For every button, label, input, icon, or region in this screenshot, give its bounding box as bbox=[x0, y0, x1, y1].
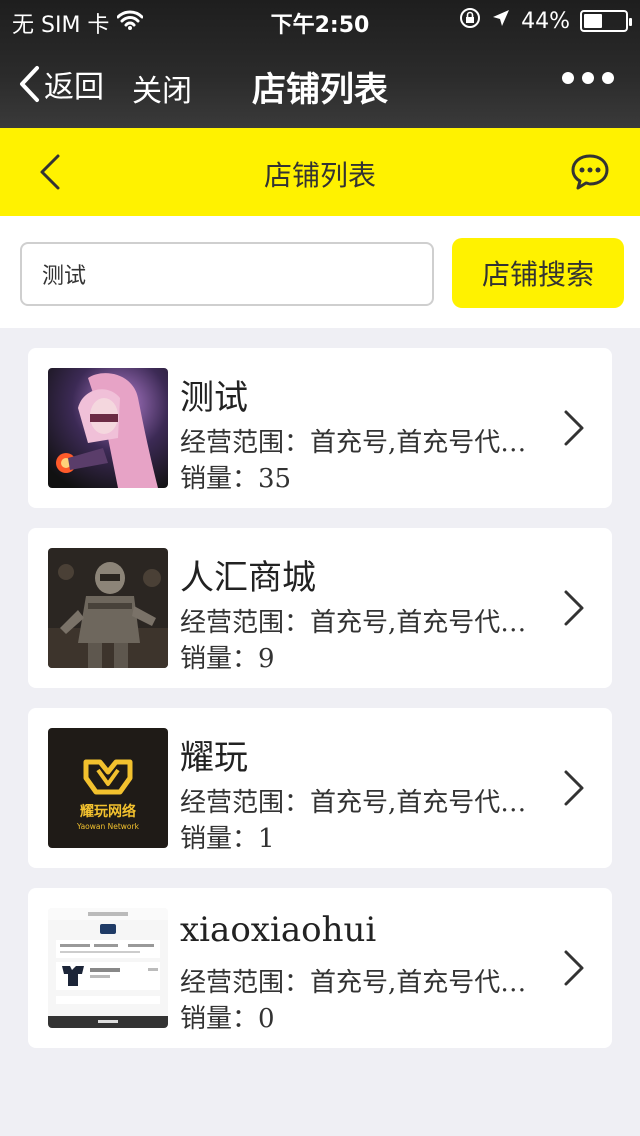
shop-thumbnail bbox=[48, 548, 168, 668]
chat-bubble-icon[interactable] bbox=[570, 152, 610, 192]
shop-thumbnail bbox=[48, 368, 168, 488]
location-arrow-icon bbox=[491, 8, 511, 34]
page-header: 店铺列表 bbox=[0, 128, 640, 216]
shop-item[interactable]: 测试 经营范围：首充号,首充号代充,游戏币 销量：35 bbox=[28, 348, 612, 508]
armored-soldier-avatar-image bbox=[48, 548, 168, 668]
shop-item[interactable]: 耀玩网络 Yaowan Network 耀玩 经营范围：首充号,首充号代充,游戏… bbox=[28, 708, 612, 868]
battery-fill bbox=[584, 14, 602, 28]
shop-scope: 经营范围：首充号,首充号代充,游戏币 bbox=[180, 428, 550, 458]
shop-thumbnail bbox=[48, 908, 168, 1028]
chevron-right-icon bbox=[564, 950, 584, 986]
shop-scope: 经营范围：首充号,首充号代充,游戏币 bbox=[180, 968, 550, 998]
shop-list: 测试 经营范围：首充号,首充号代充,游戏币 销量：35 人汇商城 bbox=[28, 348, 612, 1068]
svg-text:Yaowan Network: Yaowan Network bbox=[76, 822, 140, 831]
shop-sales: 销量：35 bbox=[180, 464, 292, 494]
shop-name: 耀玩 bbox=[180, 738, 248, 778]
page-header-title: 店铺列表 bbox=[263, 159, 376, 192]
shop-scope: 经营范围：首充号,首充号代充,游戏币 bbox=[180, 608, 550, 638]
shop-name: xiaoxiaohui bbox=[180, 910, 377, 950]
search-input[interactable] bbox=[20, 242, 434, 306]
shop-sales: 销量：9 bbox=[180, 644, 275, 674]
battery-icon bbox=[580, 10, 632, 32]
chevron-left-icon bbox=[20, 66, 39, 102]
search-section: 店铺搜索 bbox=[0, 216, 640, 328]
shop-scope: 经营范围：首充号,首充号代充,游戏币 bbox=[180, 788, 550, 818]
wechat-navbar: 返回 关闭 店铺列表 bbox=[0, 40, 640, 128]
svg-text:耀玩网络: 耀玩网络 bbox=[80, 803, 136, 820]
back-button[interactable]: 返回 bbox=[18, 62, 104, 106]
anime-girl-avatar-image bbox=[48, 368, 168, 488]
wechat-header: 无 SIM 卡 下午2:50 44% 返回 关闭 店铺列表 bbox=[0, 0, 640, 128]
chevron-right-icon bbox=[564, 590, 584, 626]
rotation-lock-icon bbox=[459, 7, 481, 35]
battery-percent: 44% bbox=[521, 8, 570, 34]
back-label: 返回 bbox=[44, 70, 104, 105]
shop-sales: 销量：0 bbox=[180, 1004, 275, 1034]
status-right: 44% bbox=[459, 7, 632, 35]
yaowan-logo: 耀玩网络 Yaowan Network bbox=[48, 728, 168, 848]
close-button[interactable]: 关闭 bbox=[132, 66, 192, 110]
shop-item[interactable]: xiaoxiaohui 经营范围：首充号,首充号代充,游戏币 销量：0 bbox=[28, 888, 612, 1048]
chevron-right-icon bbox=[564, 770, 584, 806]
shop-thumbnail: 耀玩网络 Yaowan Network bbox=[48, 728, 168, 848]
more-options-icon[interactable] bbox=[562, 72, 614, 84]
chevron-right-icon bbox=[564, 410, 584, 446]
shop-search-button[interactable]: 店铺搜索 bbox=[452, 238, 624, 308]
order-screenshot-image bbox=[48, 908, 168, 1028]
shop-name: 人汇商城 bbox=[180, 558, 316, 598]
shop-name: 测试 bbox=[180, 378, 248, 418]
shop-item[interactable]: 人汇商城 经营范围：首充号,首充号代充,游戏币 销量：9 bbox=[28, 528, 612, 688]
status-bar: 无 SIM 卡 下午2:50 44% bbox=[0, 0, 640, 40]
shop-sales: 销量：1 bbox=[180, 824, 275, 854]
chevron-left-icon[interactable] bbox=[30, 150, 70, 194]
